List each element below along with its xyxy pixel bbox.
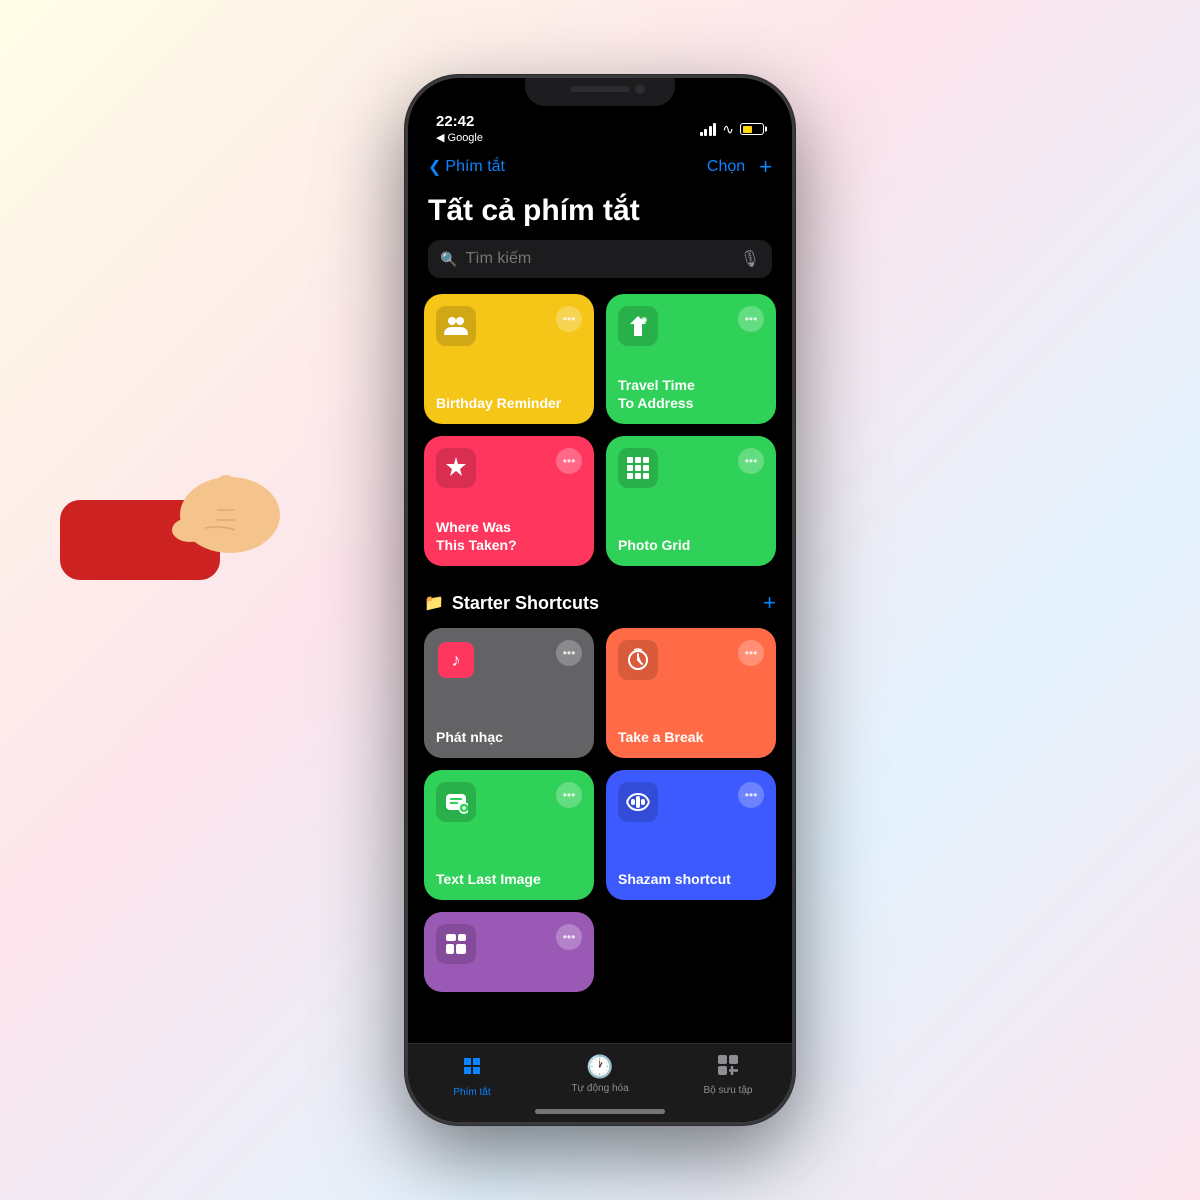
signal-icon	[700, 123, 717, 136]
shazam-card[interactable]: ••• Shazam shortcut	[606, 770, 776, 900]
birthday-more-button[interactable]: •••	[556, 306, 582, 332]
shortcuts-scroll-area: ••• Birthday Reminder	[408, 294, 792, 1043]
search-input[interactable]	[465, 250, 731, 268]
card-header: •••	[618, 448, 764, 488]
text-label: Text Last Image	[436, 870, 582, 888]
where-more-button[interactable]: •••	[556, 448, 582, 474]
gallery-tab-label: Bộ sưu tập	[704, 1085, 753, 1096]
text-icon	[436, 782, 476, 822]
break-card[interactable]: ••• Take a Break	[606, 628, 776, 758]
wifi-icon: ∿	[722, 121, 734, 138]
break-icon	[618, 640, 658, 680]
shortcuts-tab-label: Phím tắt	[453, 1087, 490, 1098]
music-more-button[interactable]: •••	[556, 640, 582, 666]
choose-button[interactable]: Chọn	[707, 158, 745, 176]
tab-automation[interactable]: 🕐 Tự động hóa	[536, 1054, 664, 1098]
starter-section-header: 📁 Starter Shortcuts +	[424, 590, 776, 616]
music-icon: ♪	[436, 640, 476, 680]
birthday-label: Birthday Reminder	[436, 394, 582, 412]
where-icon	[436, 448, 476, 488]
card-header: •••	[436, 782, 582, 822]
back-app-label: ◀ Google	[436, 131, 483, 144]
speaker	[570, 86, 630, 92]
where-label: Where WasThis Taken?	[436, 518, 582, 554]
phone-frame: 22:42 ◀ Google ∿ ❮ Phím tắt	[405, 75, 795, 1125]
card-header: •••	[436, 924, 582, 964]
break-more-button[interactable]: •••	[738, 640, 764, 666]
shazam-icon	[618, 782, 658, 822]
automation-tab-icon: 🕐	[586, 1054, 613, 1080]
add-nav-button[interactable]: +	[759, 154, 772, 180]
folder-icon: 📁	[424, 593, 444, 613]
hand-pointer-illustration	[60, 420, 280, 580]
text-last-image-card[interactable]: ••• Text Last Image	[424, 770, 594, 900]
card-header: •••	[618, 640, 764, 680]
birthday-reminder-card[interactable]: ••• Birthday Reminder	[424, 294, 594, 424]
text-more-button[interactable]: •••	[556, 782, 582, 808]
tab-gallery[interactable]: Bộ sưu tập	[664, 1054, 792, 1098]
gallery-tab-icon	[717, 1054, 739, 1082]
photo-more-button[interactable]: •••	[738, 448, 764, 474]
photo-label: Photo Grid	[618, 536, 764, 554]
phone-screen: 22:42 ◀ Google ∿ ❮ Phím tắt	[408, 78, 792, 1122]
nav-actions: Chọn +	[707, 154, 772, 180]
status-icons: ∿	[700, 121, 764, 138]
purple-card[interactable]: •••	[424, 912, 594, 992]
music-card[interactable]: ♪ ••• Phát nhạc	[424, 628, 594, 758]
travel-time-card[interactable]: ••• Travel TimeTo Address	[606, 294, 776, 424]
shortcuts-tab-icon	[460, 1054, 484, 1084]
purple-icon	[436, 924, 476, 964]
break-label: Take a Break	[618, 728, 764, 746]
purple-more-button[interactable]: •••	[556, 924, 582, 950]
travel-label: Travel TimeTo Address	[618, 376, 764, 412]
card-header: •••	[436, 448, 582, 488]
notch	[525, 78, 675, 106]
travel-more-button[interactable]: •••	[738, 306, 764, 332]
tab-shortcuts[interactable]: Phím tắt	[408, 1054, 536, 1098]
music-label: Phát nhạc	[436, 728, 582, 746]
travel-icon	[618, 306, 658, 346]
photo-grid-card[interactable]: ••• Photo Grid	[606, 436, 776, 566]
camera	[635, 84, 645, 94]
battery-icon	[740, 123, 764, 135]
birthday-icon	[436, 306, 476, 346]
starter-add-button[interactable]: +	[763, 590, 776, 616]
card-header: ♪ •••	[436, 640, 582, 680]
back-label: Phím tắt	[445, 158, 505, 176]
card-header: •••	[436, 306, 582, 346]
shazam-label: Shazam shortcut	[618, 870, 764, 888]
status-left: 22:42 ◀ Google	[436, 114, 483, 144]
music-note-icon: ♪	[452, 650, 461, 671]
page-title: Tất cả phím tắt	[408, 188, 792, 240]
power-button	[793, 278, 795, 358]
section-title-wrap: 📁 Starter Shortcuts	[424, 593, 599, 614]
search-icon: 🔍	[440, 251, 457, 268]
back-button[interactable]: ❮ Phím tắt	[428, 157, 505, 177]
photo-grid-icon	[618, 448, 658, 488]
status-time: 22:42	[436, 114, 483, 129]
automation-tab-label: Tự động hóa	[571, 1083, 628, 1094]
shazam-more-button[interactable]: •••	[738, 782, 764, 808]
nav-bar: ❮ Phím tắt Chọn +	[408, 150, 792, 188]
card-header: •••	[618, 782, 764, 822]
starter-shortcuts-grid: ♪ ••• Phát nhạc	[424, 628, 776, 992]
card-header: •••	[618, 306, 764, 346]
chevron-left-icon: ❮	[428, 157, 441, 177]
search-bar[interactable]: 🔍 🎙	[428, 240, 772, 278]
starter-section-title: Starter Shortcuts	[452, 593, 599, 614]
music-icon-bg: ♪	[438, 642, 474, 678]
where-was-taken-card[interactable]: ••• Where WasThis Taken?	[424, 436, 594, 566]
home-indicator	[535, 1109, 665, 1114]
microphone-icon[interactable]: 🎙	[740, 249, 760, 269]
top-shortcuts-grid: ••• Birthday Reminder	[424, 294, 776, 566]
